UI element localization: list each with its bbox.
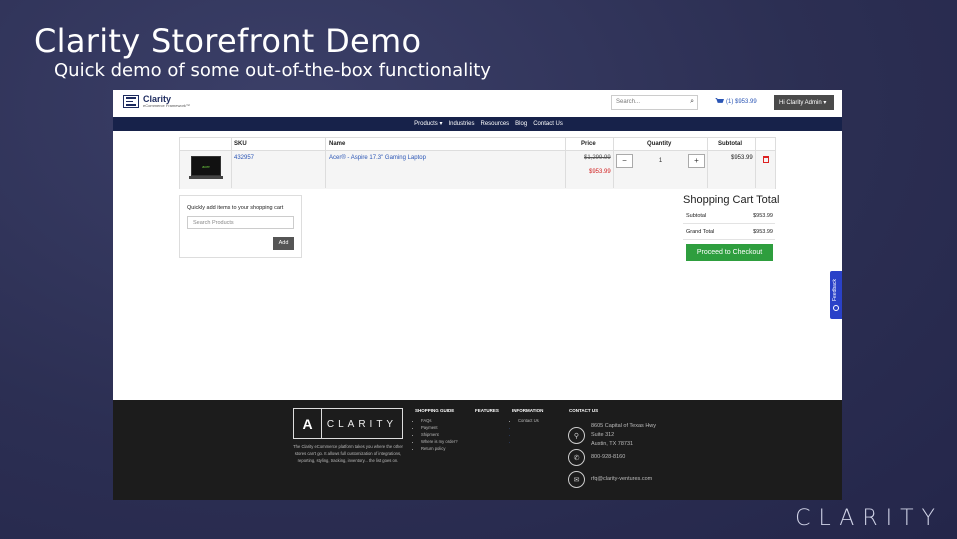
footer-link[interactable] (518, 431, 539, 438)
cart-table: SKU Name Price Quantity Subtotal acer 43… (179, 137, 776, 189)
slide-title: Clarity Storefront Demo (34, 22, 422, 60)
footer-blurb: The Clarity eCommerce platform takes you… (293, 444, 403, 463)
footer-phone[interactable]: ✆ 800-928-8160 (568, 449, 625, 466)
footer-logo-word: CLARITY (326, 419, 398, 430)
footer-logo[interactable]: A CLARITY (293, 408, 403, 439)
nav-item-contact[interactable]: Contact Us (533, 117, 563, 131)
address-line-1: 8605 Capital of Texas Hwy (591, 423, 657, 429)
feedback-label: Feedback (832, 279, 838, 301)
address-line-3: Austin, TX 78731 (591, 441, 634, 447)
feedback-tab[interactable]: Feedback (830, 271, 842, 319)
footer-heading-features: FEATURES (475, 408, 499, 413)
storefront-window: Clarity eCommerce Framework™ Search... ⌕… (113, 90, 842, 500)
footer-link[interactable] (518, 424, 539, 431)
subtotal-row: Subtotal $953.99 (683, 209, 775, 224)
subtotal-label: Subtotal (686, 213, 707, 219)
user-menu-button[interactable]: Hi Clarity Admin ▾ (774, 95, 834, 110)
main-nav: Products ▾ Industries Resources Blog Con… (113, 117, 842, 131)
nav-item-products[interactable]: Products ▾ (414, 117, 442, 131)
column-header-subtotal: Subtotal (718, 141, 742, 147)
proceed-to-checkout-button[interactable]: Proceed to Checkout (686, 244, 773, 261)
item-subtotal: $953.99 (731, 155, 753, 161)
footer-link-shipment[interactable]: Shipment (421, 431, 458, 438)
location-pin-icon: ⚲ (568, 427, 585, 444)
grand-total-value: $953.99 (753, 229, 773, 235)
footer-link-return-policy[interactable]: Return policy (421, 445, 458, 452)
quantity-increase-button[interactable]: + (688, 154, 705, 168)
nav-item-blog[interactable]: Blog (515, 117, 527, 131)
quick-add-search-input[interactable]: Search Products (187, 216, 294, 229)
quick-add-panel: Quickly add items to your shopping cart … (179, 195, 302, 258)
clarity-logo-icon (123, 95, 139, 108)
footer-information-list: Contact Us (512, 417, 539, 445)
footer-shopping-guide-list: FAQs Payment Shipment Where is my order?… (415, 417, 458, 452)
site-logo[interactable]: Clarity eCommerce Framework™ (123, 95, 190, 108)
phone-icon: ✆ (568, 449, 585, 466)
search-icon[interactable]: ⌕ (690, 98, 694, 106)
header-cart-summary: (1) $953.99 (726, 98, 757, 105)
column-header-sku: SKU (234, 141, 247, 147)
product-image[interactable]: acer (189, 156, 223, 180)
nav-item-resources[interactable]: Resources (480, 117, 509, 131)
header-cart-link[interactable]: (1) $953.99 (715, 98, 757, 105)
footer-logo-letter: A (302, 415, 313, 432)
search-input[interactable]: Search... ⌕ (611, 95, 698, 110)
site-header: Clarity eCommerce Framework™ Search... ⌕… (113, 90, 842, 117)
trash-icon[interactable] (763, 156, 769, 163)
feedback-icon (833, 305, 839, 311)
footer-link[interactable] (518, 438, 539, 445)
grand-total-label: Grand Total (686, 229, 715, 235)
quantity-decrease-button[interactable]: − (616, 154, 633, 168)
footer-heading-shopping-guide: SHOPPING GUIDE (415, 408, 455, 413)
footer-heading-information: INFORMATION (512, 408, 544, 413)
quick-add-label: Quickly add items to your shopping cart (187, 205, 284, 211)
column-header-price: Price (581, 141, 596, 147)
clarity-corner-logo: CLARITY (795, 506, 943, 531)
footer-email[interactable]: ✉ rfq@clarity-ventures.com (568, 471, 652, 488)
email-address: rfq@clarity-ventures.com (591, 476, 653, 482)
column-header-quantity: Quantity (647, 141, 672, 147)
footer-link-payment[interactable]: Payment (421, 424, 458, 431)
nav-item-industries[interactable]: Industries (448, 117, 474, 131)
phone-number: 800-928-8160 (591, 454, 626, 460)
grand-total-row: Grand Total $953.99 (683, 225, 775, 240)
item-original-price: $1,299.99 (584, 155, 611, 161)
quick-add-button[interactable]: Add (273, 237, 294, 250)
item-sale-price: $953.99 (589, 169, 611, 175)
search-placeholder: Search... (616, 99, 641, 105)
brand-tagline: eCommerce Framework™ (143, 103, 190, 108)
site-footer: A CLARITY The Clarity eCommerce platform… (113, 400, 842, 500)
footer-address: ⚲ 8605 Capital of Texas Hwy Suite 312 Au… (568, 422, 656, 449)
subtotal-value: $953.99 (753, 213, 773, 219)
item-name-link[interactable]: Acer® - Aspire 17.3" Gaming Laptop (329, 155, 426, 161)
footer-link-order-status[interactable]: Where is my order? (421, 438, 458, 445)
product-image-brand: acer (202, 163, 210, 169)
footer-link-faqs[interactable]: FAQs (421, 417, 458, 424)
cart-icon (715, 98, 724, 103)
footer-heading-contact: CONTACT US (569, 408, 599, 413)
cart-total-title: Shopping Cart Total (683, 194, 780, 206)
address-line-2: Suite 312 (591, 432, 615, 438)
slide-subtitle: Quick demo of some out-of-the-box functi… (54, 60, 491, 81)
envelope-icon: ✉ (568, 471, 585, 488)
footer-link-contact-us[interactable]: Contact Us (518, 417, 539, 424)
column-header-name: Name (329, 141, 346, 147)
item-sku[interactable]: 432957 (234, 155, 254, 161)
quantity-input[interactable]: 1 (633, 154, 688, 168)
